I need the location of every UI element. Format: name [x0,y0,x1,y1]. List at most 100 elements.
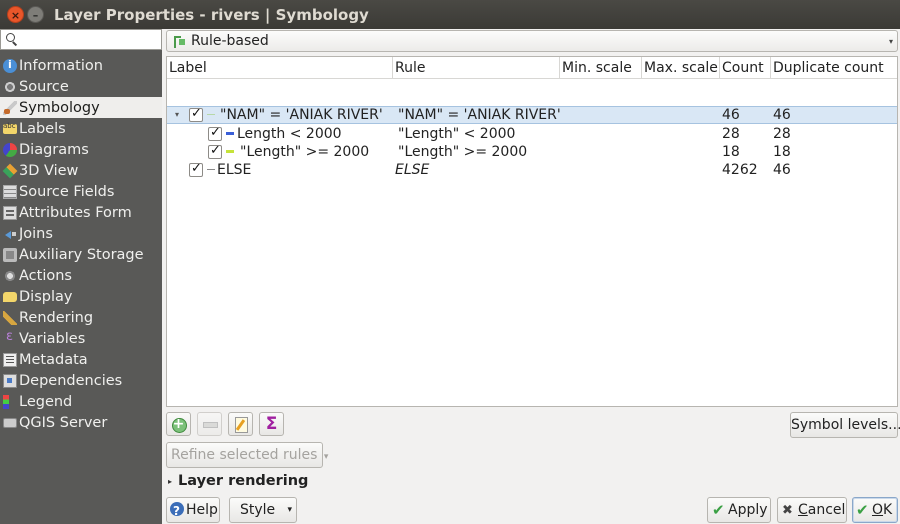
variables-icon [3,329,17,346]
rule-label: ELSE [217,162,252,178]
rule-expression: "NAM" = 'ANIAK RIVER' [398,107,561,123]
sidebar-item-dependencies[interactable]: Dependencies [0,370,162,391]
sidebar-item-label: Display [19,288,73,305]
sidebar-item-actions[interactable]: Actions [0,265,162,286]
ok-label: K [883,502,893,518]
sidebar-item-diagrams[interactable]: Diagrams [0,139,162,160]
apply-button[interactable]: Apply [707,497,771,523]
chevron-down-icon: ▾ [323,452,329,462]
symbol-levels-button[interactable]: Symbol levels... [790,412,900,438]
rule-row[interactable]: Length < 2000 "Length" < 2000 28 28 [167,125,897,143]
dependencies-icon [3,373,17,388]
rules-tree[interactable]: Label Rule Min. scale Max. scale Count D… [166,56,898,407]
renderer-type-value: Rule-based [191,33,269,49]
sidebar-search-input[interactable] [21,32,159,47]
sidebar-item-symbology[interactable]: Symbology [0,97,162,118]
column-header-min-scale[interactable]: Min. scale [560,57,642,79]
sidebar-item-legend[interactable]: Legend [0,391,162,412]
renderer-type-select[interactable]: Rule-based ▾ [166,30,898,52]
expand-arrow-icon: ▸ [168,476,173,486]
layer-rendering-label: Layer rendering [178,473,309,489]
cancel-label: ancel [807,502,846,518]
style-button[interactable]: Style ▾ [229,497,297,523]
chevron-down-icon: ▾ [287,505,292,515]
sidebar-item-label: Information [19,57,103,74]
sidebar-item-joins[interactable]: Joins [0,223,162,244]
add-rule-icon [167,413,190,435]
add-rule-button[interactable] [166,412,191,436]
sidebar-search[interactable] [0,29,162,50]
window-minimize-button[interactable]: – [27,6,44,23]
3d-view-icon [2,163,18,178]
info-icon [3,58,17,73]
cancel-button[interactable]: Cancel [777,497,847,523]
diagrams-icon [3,142,17,157]
count-features-button[interactable]: Σ [259,412,284,436]
rule-row[interactable]: ELSE ELSE 4262 46 [167,161,897,179]
sidebar-item-label: Variables [19,330,86,347]
rule-checkbox[interactable] [208,143,222,159]
rule-row[interactable]: ▾ "NAM" = 'ANIAK RIVER' "NAM" = 'ANIAK R… [167,106,897,124]
rule-count: 4262 [722,162,758,178]
rule-label: "NAM" = 'ANIAK RIVER' [220,107,383,123]
dialog-button-bar: Help Style ▾ Apply Cancel OK [162,496,900,524]
rule-duplicate-count: 18 [773,144,791,160]
attributes-form-icon [3,205,17,220]
help-button[interactable]: Help [166,497,220,523]
column-header-duplicate-count[interactable]: Duplicate count [771,57,897,79]
sidebar-item-label: Dependencies [19,372,123,389]
column-header-label[interactable]: Label [167,57,393,79]
help-label: Help [186,502,218,518]
symbology-icon [3,100,17,115]
refine-selected-rules-button[interactable]: Refine selected rules ▾ [166,442,328,468]
sidebar-nav: Information Source Symbology Labels Diagrams… [0,55,162,433]
rule-label: Length < 2000 [237,126,342,142]
rule-checkbox[interactable] [208,125,222,141]
window-close-button[interactable]: × [7,6,24,23]
rule-count: 18 [722,144,740,160]
ok-mnemonic: O [872,502,884,518]
sidebar-item-rendering[interactable]: Rendering [0,307,162,328]
column-header-rule[interactable]: Rule [393,57,560,79]
joins-icon [3,227,17,241]
sidebar-item-display[interactable]: Display [0,286,162,307]
sidebar-item-attributes-form[interactable]: Attributes Form [0,202,162,223]
rule-expression: "Length" < 2000 [398,126,516,142]
rule-checkbox[interactable] [189,106,203,122]
remove-rule-button[interactable] [197,412,222,436]
sidebar-item-information[interactable]: Information [0,55,162,76]
sidebar-item-3d-view[interactable]: 3D View [0,160,162,181]
sidebar-item-source[interactable]: Source [0,76,162,97]
sidebar-item-metadata[interactable]: Metadata [0,349,162,370]
sidebar-item-source-fields[interactable]: Source Fields [0,181,162,202]
chevron-down-icon: ▾ [888,37,893,46]
column-header-max-scale[interactable]: Max. scale [642,57,720,79]
ok-button[interactable]: OK [852,497,898,523]
sidebar-item-auxiliary-storage[interactable]: Auxiliary Storage [0,244,162,265]
sidebar-item-qgis-server[interactable]: QGIS Server [0,412,162,433]
search-icon [1,30,21,49]
source-icon [3,79,17,94]
layer-rendering-section[interactable]: ▸ Layer rendering [166,471,308,491]
column-header-count[interactable]: Count [720,57,771,79]
rule-expression: ELSE [395,162,430,178]
line-symbol-icon [207,114,215,115]
rule-checkbox[interactable] [189,161,203,177]
sidebar: Information Source Symbology Labels Diagrams… [0,29,162,524]
sidebar-item-label: Metadata [19,351,88,368]
rule-row[interactable]: "Length" >= 2000 "Length" >= 2000 18 18 [167,143,897,161]
sidebar-item-label: Attributes Form [19,204,132,221]
edit-rule-button[interactable] [228,412,253,436]
ok-check-icon [856,498,870,522]
sidebar-item-label: Labels [19,120,66,137]
rule-count: 28 [722,126,740,142]
sidebar-item-label: QGIS Server [19,414,108,431]
sidebar-item-variables[interactable]: Variables [0,328,162,349]
collapse-arrow-icon[interactable]: ▾ [175,106,179,124]
cancel-x-icon [782,499,796,523]
rendering-icon [3,310,17,325]
style-label: Style [240,502,276,518]
sidebar-item-label: Source Fields [19,183,115,200]
sidebar-item-labels[interactable]: Labels [0,118,162,139]
main-panel: Rule-based ▾ Label Rule Min. scale Max. … [162,29,900,524]
